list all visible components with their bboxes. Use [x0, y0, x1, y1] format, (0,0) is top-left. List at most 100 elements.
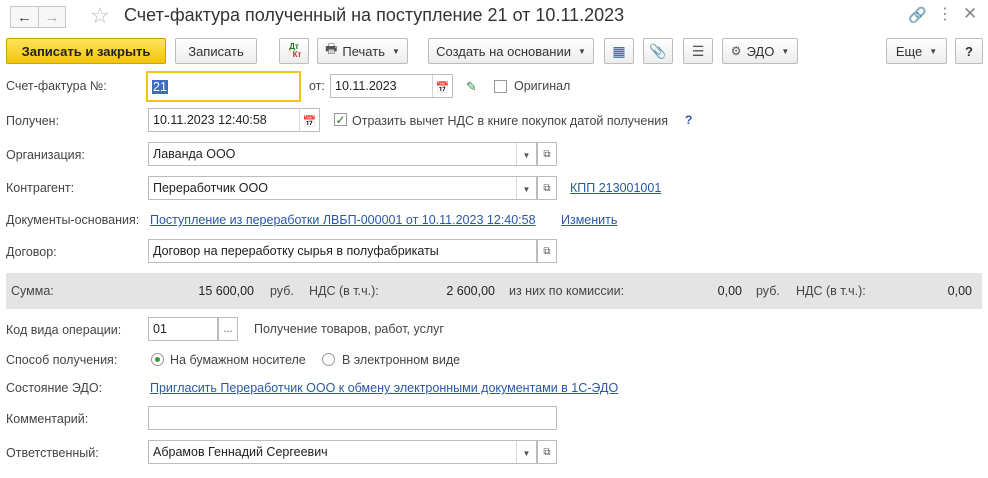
print-label: Печать	[342, 43, 385, 59]
window-title: Счет-фактура полученный на поступление 2…	[124, 5, 625, 25]
responsible-label: Ответственный:	[6, 446, 99, 460]
chevron-down-icon: ▼	[781, 46, 790, 56]
chevron-down-icon[interactable]: ▼	[516, 177, 536, 199]
received-label: Получен:	[6, 114, 60, 128]
more-options-icon[interactable]: ⋮	[937, 4, 953, 24]
chevron-down-icon[interactable]: ▼	[516, 143, 536, 165]
document-list-icon: ☰	[691, 42, 705, 59]
received-datetime-value: 10.11.2023 12:40:58	[153, 113, 267, 127]
arrow-right-icon: →	[44, 8, 60, 26]
print-button[interactable]: 🖶 Печать ▼	[317, 38, 408, 64]
calendar-icon[interactable]: 📅	[299, 109, 319, 131]
open-window-icon: ⧉	[543, 446, 551, 458]
save-and-close-button[interactable]: Записать и закрыть	[6, 38, 166, 64]
create-based-on-button[interactable]: Создать на основании ▼	[428, 38, 594, 64]
chevron-down-icon[interactable]: ▼	[516, 441, 536, 463]
save-label: Записать	[188, 43, 244, 59]
contract-label: Договор:	[6, 245, 57, 259]
responsible-input[interactable]: Абрамов Геннадий Сергеевич ▼	[148, 440, 537, 464]
edo-button[interactable]: ⚙ ЭДО ▼	[722, 38, 798, 64]
close-icon[interactable]: ✕	[963, 4, 977, 24]
commission-label: из них по комиссии:	[509, 284, 625, 298]
more-label: Еще	[895, 43, 923, 59]
vat-value-2: 0,00	[947, 284, 972, 298]
vat-label-2: НДС (в т.ч.):	[796, 284, 866, 298]
invoice-date-value: 10.11.2023	[335, 79, 397, 93]
dt-kt-icon: Дт Кт	[287, 43, 302, 59]
sum-value: 15 600,00	[198, 284, 254, 298]
favorite-star-icon[interactable]: ☆	[90, 3, 110, 29]
receipt-method-label: Способ получения:	[6, 353, 118, 367]
back-button[interactable]: ←	[10, 6, 38, 28]
sum-label: Сумма:	[11, 284, 54, 298]
operation-code-input[interactable]: 01	[148, 317, 218, 341]
invoice-date-input[interactable]: 10.11.2023 📅	[330, 74, 453, 98]
attach-files-button[interactable]: 📎	[643, 38, 673, 64]
received-datetime-input[interactable]: 10.11.2023 12:40:58 📅	[148, 108, 320, 132]
edo-invite-link[interactable]: Пригласить Переработчик ООО к обмену эле…	[150, 381, 618, 395]
dt-kt-button[interactable]: Дт Кт	[279, 38, 309, 64]
organization-open-button[interactable]: ⧉	[537, 142, 557, 166]
structure-button[interactable]: ▦	[604, 38, 634, 64]
counterparty-value: Переработчик ООО	[153, 181, 268, 195]
printer-icon: 🖶	[325, 41, 338, 56]
commission-value: 0,00	[717, 284, 742, 298]
vat-help-icon[interactable]: ?	[685, 113, 692, 127]
chevron-down-icon: ▼	[577, 46, 586, 56]
paper-radio[interactable]	[151, 353, 164, 366]
counterparty-label: Контрагент:	[6, 181, 75, 195]
operation-code-btn-label: ...	[223, 323, 233, 335]
edo-icon: ⚙	[730, 44, 742, 58]
currency-label-2: руб.	[756, 284, 780, 298]
radio-selected-dot	[155, 357, 160, 362]
more-button[interactable]: Еще ▼	[886, 38, 947, 64]
organization-value: Лаванда ООО	[153, 147, 236, 161]
original-label: Оригинал	[514, 79, 571, 93]
responsible-open-button[interactable]: ⧉	[537, 440, 557, 464]
electronic-option-label: В электронном виде	[342, 353, 461, 367]
base-document-link[interactable]: Поступление из переработки ЛВБП-000001 о…	[150, 213, 536, 227]
kpp-link[interactable]: КПП 213001001	[570, 181, 661, 195]
open-window-icon: ⧉	[543, 182, 551, 194]
organization-label: Организация:	[6, 148, 85, 162]
operation-code-value: 01	[153, 322, 167, 336]
change-link[interactable]: Изменить	[561, 213, 617, 227]
report-button[interactable]: ☰	[683, 38, 713, 64]
save-and-close-label: Записать и закрыть	[21, 43, 151, 59]
comment-label: Комментарий:	[6, 412, 89, 426]
currency-label-1: руб.	[270, 284, 294, 298]
edo-state-label: Состояние ЭДО:	[6, 381, 103, 395]
link-icon[interactable]: 🔗	[908, 6, 927, 24]
help-button[interactable]: ?	[955, 38, 983, 64]
operation-code-select-button[interactable]: ...	[218, 317, 238, 341]
create-based-on-label: Создать на основании	[436, 43, 571, 59]
contract-value: Договор на переработку сырья в полуфабри…	[153, 244, 439, 258]
invoice-number-value: 21	[152, 79, 168, 94]
vat-value-1: 2 600,00	[446, 284, 495, 298]
comment-input[interactable]	[148, 406, 557, 430]
chevron-down-icon: ▼	[929, 46, 938, 56]
vat-label-1: НДС (в т.ч.):	[309, 284, 379, 298]
organization-input[interactable]: Лаванда ООО ▼	[148, 142, 537, 166]
counterparty-input[interactable]: Переработчик ООО ▼	[148, 176, 537, 200]
electronic-radio[interactable]	[322, 353, 335, 366]
vat-deduct-checkbox[interactable]: ✓	[334, 113, 347, 127]
help-label: ?	[965, 43, 973, 59]
edo-label: ЭДО	[746, 43, 775, 59]
base-documents-label: Документы-основания:	[6, 213, 140, 227]
operation-code-label: Код вида операции:	[6, 323, 122, 337]
checkmark-doc-icon[interactable]: ✎	[466, 79, 477, 95]
counterparty-open-button[interactable]: ⧉	[537, 176, 557, 200]
contract-open-button[interactable]: ⧉	[537, 239, 557, 263]
chevron-down-icon: ▼	[391, 46, 400, 56]
original-checkbox[interactable]	[494, 80, 507, 93]
responsible-value: Абрамов Геннадий Сергеевич	[153, 445, 328, 459]
vat-deduct-label: Отразить вычет НДС в книге покупок датой…	[352, 114, 668, 128]
arrow-left-icon: ←	[17, 8, 32, 26]
forward-button[interactable]: →	[38, 6, 66, 28]
save-button[interactable]: Записать	[175, 38, 257, 64]
calendar-icon[interactable]: 📅	[432, 75, 452, 97]
invoice-number-input[interactable]: 21	[146, 71, 301, 102]
kt-label: Кт	[292, 50, 302, 59]
contract-input[interactable]: Договор на переработку сырья в полуфабри…	[148, 239, 537, 263]
